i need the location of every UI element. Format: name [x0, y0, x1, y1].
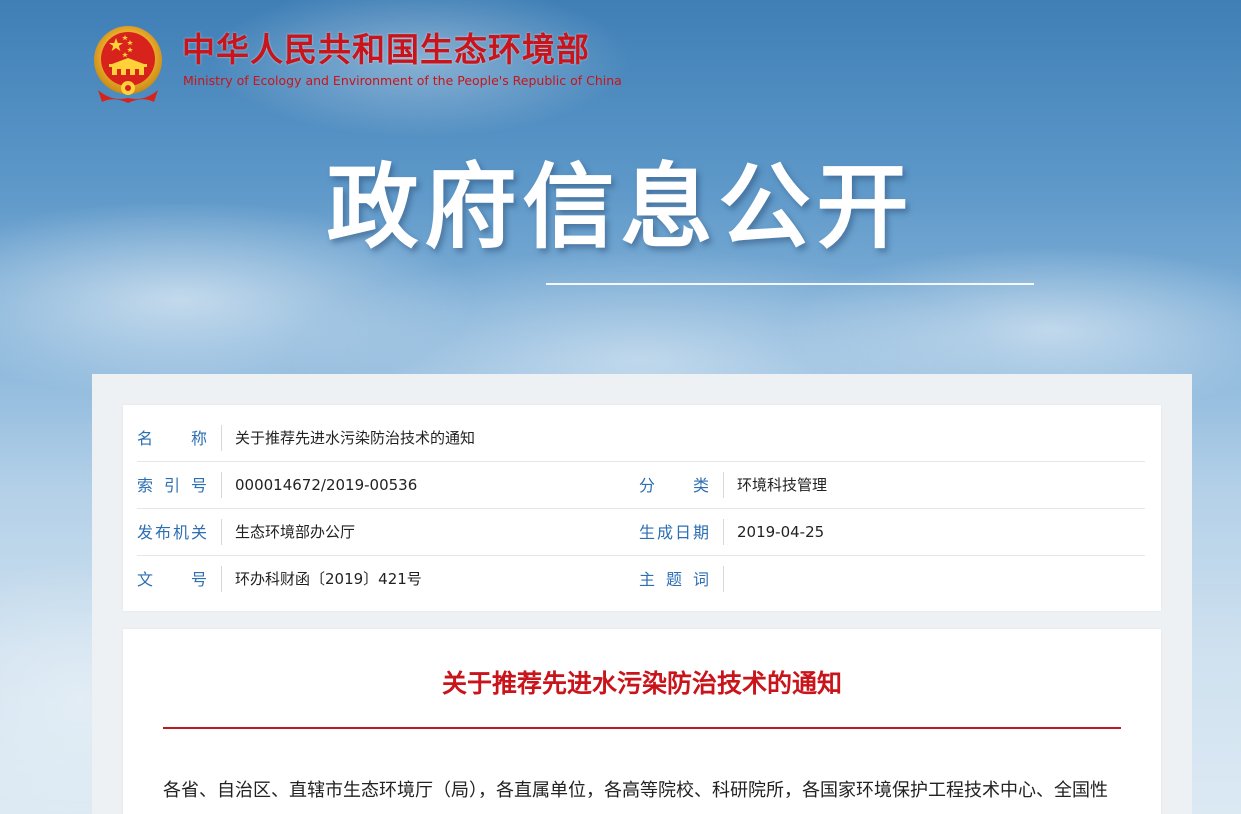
- meta-separator: [723, 472, 724, 498]
- meta-value-name: 关于推荐先进水污染防治技术的通知: [235, 429, 476, 447]
- meta-separator: [221, 425, 222, 451]
- document-metadata-card: 名 称 关于推荐先进水污染防治技术的通知 索 引 号 000014672/201…: [123, 405, 1161, 611]
- article-body-text: 各省、自治区、直辖市生态环境厅（局），各直属单位，各高等院校、科研院所，各国家环…: [163, 780, 1108, 801]
- meta-cell-name: 名 称 关于推荐先进水污染防治技术的通知: [137, 415, 1145, 461]
- meta-label-issuer: 发布机关: [137, 523, 207, 542]
- meta-value-doc-no: 环办科财函〔2019〕421号: [235, 570, 422, 588]
- meta-separator: [221, 472, 222, 498]
- meta-cell-index: 索 引 号 000014672/2019-00536: [137, 462, 637, 508]
- meta-cell-doc-no: 文 号 环办科财函〔2019〕421号: [137, 556, 637, 602]
- meta-separator: [723, 519, 724, 545]
- ministry-name-en[interactable]: Ministry of Ecology and Environment of t…: [183, 73, 622, 89]
- site-header: 中华人民共和国生态环境部 Ministry of Ecology and Env…: [92, 24, 652, 104]
- meta-label-category: 分 类: [639, 476, 709, 495]
- meta-cell-keywords: 主 题 词: [639, 556, 1145, 602]
- meta-separator: [221, 566, 222, 592]
- ministry-name-cn[interactable]: 中华人民共和国生态环境部: [182, 30, 590, 70]
- meta-row-issuer: 发布机关 生态环境部办公厅 生成日期 2019-04-25: [137, 509, 1145, 556]
- meta-separator: [723, 566, 724, 592]
- meta-separator: [221, 519, 222, 545]
- meta-value-index: 000014672/2019-00536: [235, 476, 418, 494]
- content-panel: 名 称 关于推荐先进水污染防治技术的通知 索 引 号 000014672/201…: [92, 374, 1192, 814]
- article-title-rule: [163, 727, 1121, 729]
- meta-cell-category: 分 类 环境科技管理: [639, 462, 1145, 508]
- meta-label-date: 生成日期: [639, 523, 709, 542]
- meta-label-keywords: 主 题 词: [639, 570, 709, 589]
- meta-label-doc-no: 文 号: [137, 570, 207, 589]
- banner-title: 政府信息公开: [326, 154, 915, 261]
- article-card: 关于推荐先进水污染防治技术的通知 各省、自治区、直辖市生态环境厅（局），各直属单…: [123, 629, 1161, 814]
- meta-cell-date: 生成日期 2019-04-25: [639, 509, 1145, 555]
- banner-divider: [546, 283, 1034, 285]
- meta-row-index: 索 引 号 000014672/2019-00536 分 类 环境科技管理: [137, 462, 1145, 509]
- meta-label-index: 索 引 号: [137, 476, 207, 495]
- meta-row-name: 名 称 关于推荐先进水污染防治技术的通知: [137, 415, 1145, 462]
- meta-label-name: 名 称: [137, 429, 207, 448]
- meta-value-category: 环境科技管理: [737, 476, 828, 494]
- meta-value-date: 2019-04-25: [737, 523, 825, 541]
- national-emblem-icon[interactable]: [92, 24, 164, 104]
- meta-row-doc-no: 文 号 环办科财函〔2019〕421号 主 题 词: [137, 556, 1145, 602]
- article-title: 关于推荐先进水污染防治技术的通知: [441, 669, 842, 698]
- meta-cell-issuer: 发布机关 生态环境部办公厅: [137, 509, 637, 555]
- meta-value-issuer: 生态环境部办公厅: [235, 523, 356, 541]
